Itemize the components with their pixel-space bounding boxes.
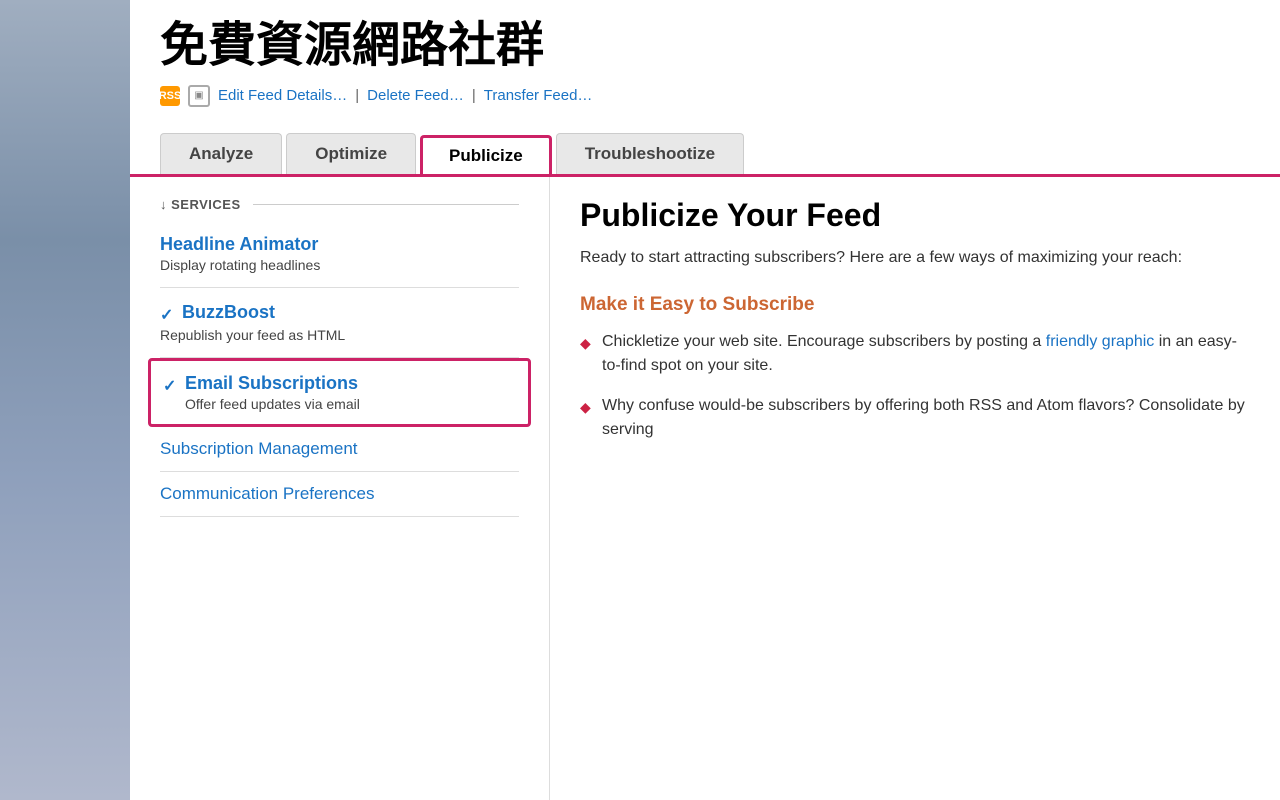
headline-animator-link[interactable]: Headline Animator — [160, 234, 318, 255]
publicize-panel: Publicize Your Feed Ready to start attra… — [550, 177, 1280, 800]
communication-preferences-link[interactable]: Communication Preferences — [160, 484, 374, 503]
bullet-2: ◆ Why confuse would-be subscribers by of… — [580, 394, 1250, 442]
service-buzzboost: ✓ BuzzBoost Republish your feed as HTML — [160, 288, 519, 358]
delete-feed-link[interactable]: Delete Feed… — [367, 87, 464, 104]
rss-icon: RSS — [160, 86, 180, 106]
diamond-icon-2: ◆ — [580, 397, 592, 418]
subscription-management-item: Subscription Management — [160, 427, 519, 472]
bullet-1-text: Chickletize your web site. Encourage sub… — [602, 330, 1250, 378]
email-subscriptions-check: ✓ — [163, 376, 179, 396]
tab-optimize[interactable]: Optimize — [286, 133, 416, 174]
main-content: 免費資源網路社群 RSS ▣ Edit Feed Details… | Dele… — [130, 0, 1280, 800]
headline-animator-desc: Display rotating headlines — [160, 257, 519, 273]
sidebar — [0, 0, 130, 800]
diamond-icon-1: ◆ — [580, 333, 592, 354]
tab-analyze[interactable]: Analyze — [160, 133, 282, 174]
communication-preferences-item: Communication Preferences — [160, 472, 519, 517]
header: 免費資源網路社群 RSS ▣ Edit Feed Details… | Dele… — [130, 0, 1280, 133]
transfer-feed-link[interactable]: Transfer Feed… — [484, 87, 593, 104]
tab-troubleshootize[interactable]: Troubleshootize — [556, 133, 744, 174]
tab-publicize[interactable]: Publicize — [420, 135, 552, 174]
service-email-subscriptions: ✓ Email Subscriptions Offer feed updates… — [148, 358, 531, 427]
separator-2: | — [472, 87, 476, 104]
bullet-1: ◆ Chickletize your web site. Encourage s… — [580, 330, 1250, 378]
publicize-intro: Ready to start attracting subscribers? H… — [580, 246, 1250, 270]
feed-icon: ▣ — [188, 85, 210, 107]
buzzboost-check: ✓ — [160, 305, 176, 325]
publicize-title: Publicize Your Feed — [580, 197, 1250, 234]
subscription-management-link[interactable]: Subscription Management — [160, 439, 358, 458]
page-title: 免費資源網路社群 — [160, 20, 1250, 73]
bullet-2-text: Why confuse would-be subscribers by offe… — [602, 394, 1250, 442]
content-area: ↓ SERVICES Headline Animator Display rot… — [130, 177, 1280, 800]
services-header: ↓ SERVICES — [160, 197, 519, 212]
separator-1: | — [355, 87, 359, 104]
email-subscriptions-desc: Offer feed updates via email — [185, 396, 360, 412]
edit-feed-link[interactable]: Edit Feed Details… — [218, 87, 347, 104]
friendly-graphic-link[interactable]: friendly graphic — [1046, 333, 1155, 350]
header-links: RSS ▣ Edit Feed Details… | Delete Feed… … — [160, 85, 1250, 107]
section-heading: Make it Easy to Subscribe — [580, 294, 1250, 316]
buzzboost-link[interactable]: BuzzBoost — [182, 302, 275, 323]
buzzboost-desc: Republish your feed as HTML — [160, 327, 519, 343]
service-headline-animator: Headline Animator Display rotating headl… — [160, 220, 519, 288]
email-subscriptions-link[interactable]: Email Subscriptions — [185, 373, 360, 394]
tabs-bar: Analyze Optimize Publicize Troubleshooti… — [130, 133, 1280, 177]
services-panel: ↓ SERVICES Headline Animator Display rot… — [130, 177, 550, 800]
